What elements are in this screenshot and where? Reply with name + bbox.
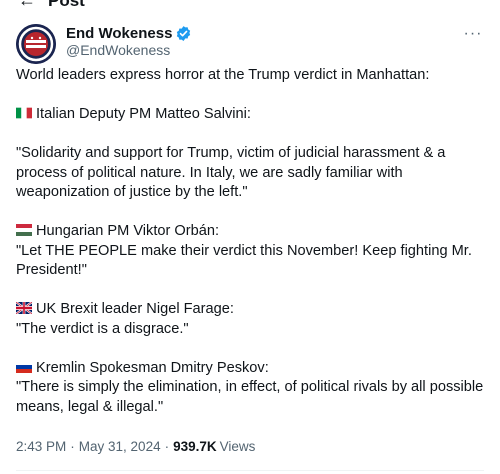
- quote-speaker: Kremlin Spokesman Dmitry Peskov:: [16, 359, 486, 379]
- views-label: Views: [219, 439, 256, 454]
- page-title: Post: [48, 0, 85, 10]
- quote-text: "Let THE PEOPLE make their verdict this …: [16, 242, 476, 279]
- verified-badge-icon[interactable]: [175, 25, 192, 42]
- tweet-intro: World leaders express horror at the Trum…: [16, 67, 430, 83]
- tweet-text: World leaders express horror at the Trum…: [15, 66, 488, 417]
- tweet-meta: 2:43 PM · May 31, 2024 · 939.7K Views: [16, 439, 255, 454]
- post-time[interactable]: 2:43 PM: [16, 439, 66, 454]
- top-bar: ← Post: [0, 0, 500, 12]
- quote-speaker: Hungarian PM Viktor Orbán:: [16, 222, 486, 242]
- quote-text: "The verdict is a disgrace.": [16, 320, 189, 337]
- quote-speaker: Italian Deputy PM Matteo Salvini:: [16, 105, 486, 125]
- meta-separator: ·: [164, 439, 170, 454]
- views-count[interactable]: 939.7K: [173, 439, 217, 454]
- russia-flag-icon: [16, 360, 32, 373]
- quote-text: "Solidarity and support for Trump, victi…: [16, 145, 450, 200]
- avatar[interactable]: [16, 24, 56, 64]
- post-date[interactable]: May 31, 2024: [79, 439, 161, 454]
- divider: [16, 470, 484, 471]
- arrow-left-icon[interactable]: ←: [18, 0, 36, 11]
- italy-flag-icon: [16, 106, 32, 119]
- meta-separator: ·: [70, 439, 75, 454]
- uk-flag-icon: [15, 300, 33, 316]
- author-handle[interactable]: @EndWokeness: [66, 42, 170, 58]
- more-options-icon[interactable]: ···: [463, 24, 483, 44]
- quote-text: "There is simply the elimination, in eff…: [16, 379, 488, 415]
- hungary-flag-icon: [16, 223, 32, 236]
- author-name-row: End Wokeness: [66, 23, 192, 43]
- quote-speaker: UK Brexit leader Nigel Farage:: [15, 300, 486, 320]
- author-name[interactable]: End Wokeness: [66, 25, 172, 42]
